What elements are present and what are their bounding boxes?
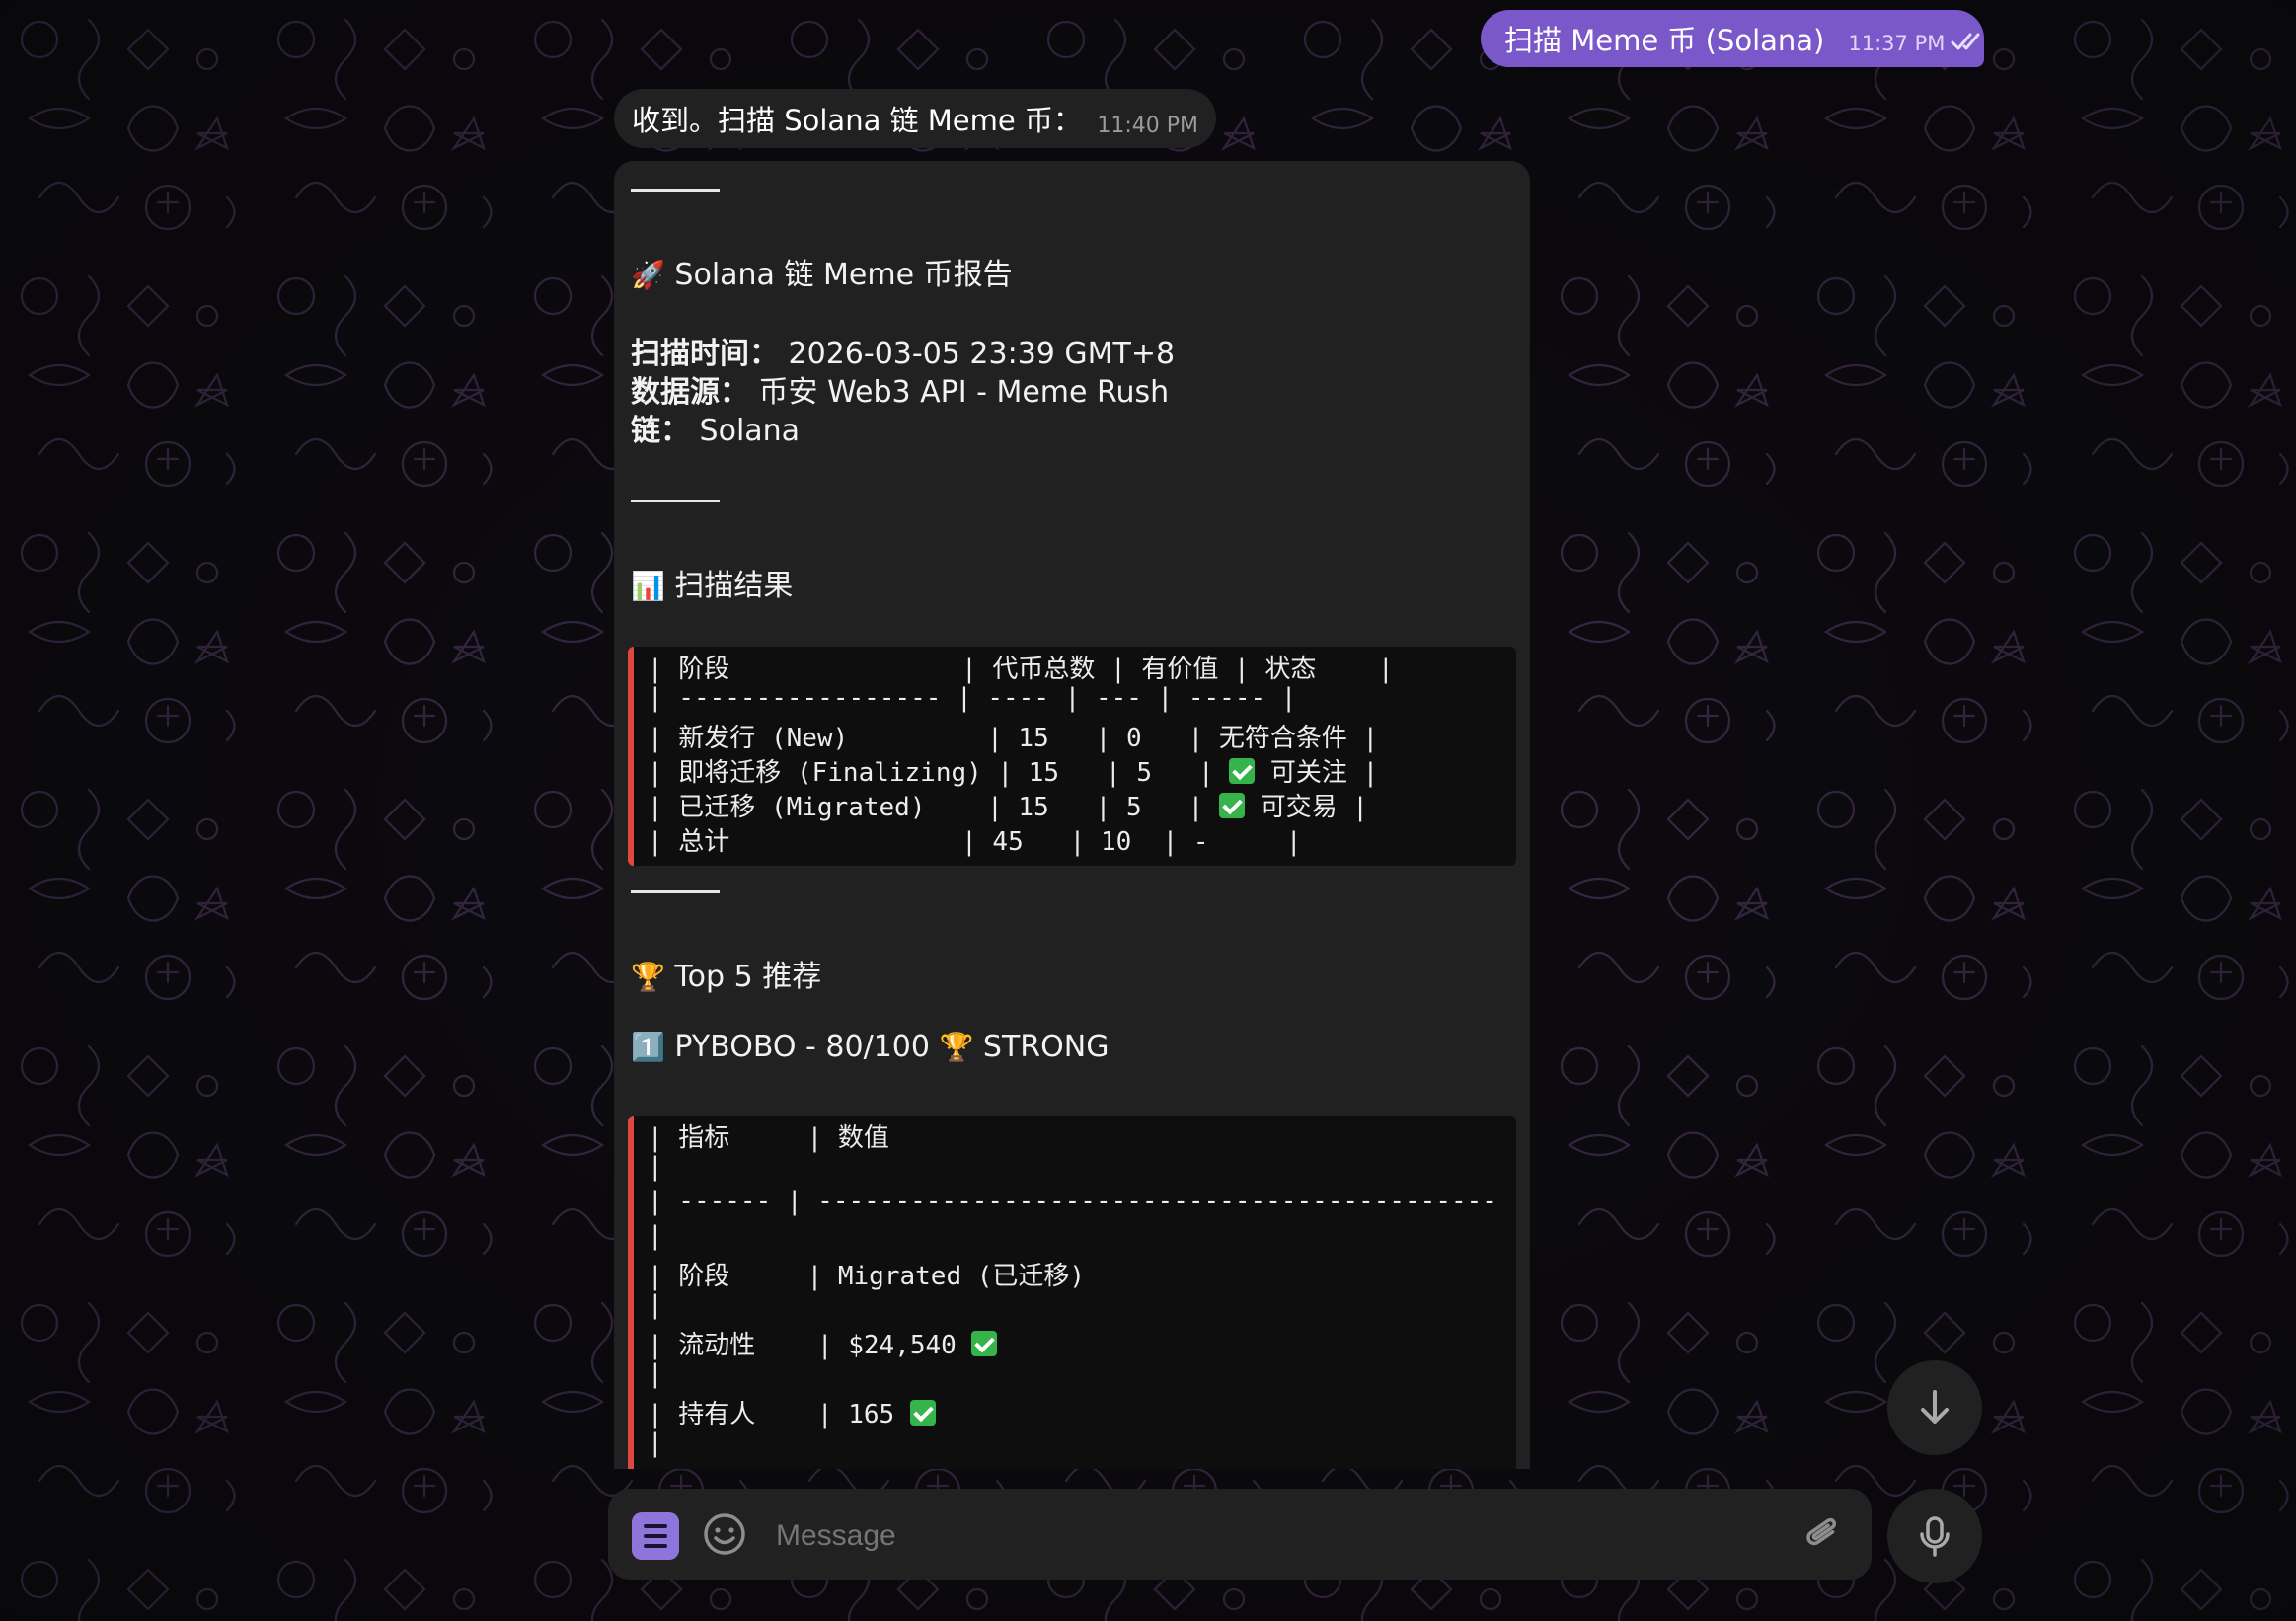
bar-chart-icon: 📊	[631, 570, 665, 602]
source-line: 数据源： 币安 Web3 API - Meme Rush	[631, 367, 1169, 411]
code-row: |	[648, 1152, 663, 1182]
code-row: | ----------------- | ---- | --- | -----…	[648, 683, 1297, 713]
message-time: 11:40 PM	[1097, 113, 1198, 138]
separator	[631, 500, 720, 502]
results-table-block: | 阶段 | 代币总数 | 有价值 | 状态 | | --------------…	[628, 647, 1516, 866]
report-title-text: Solana 链 Meme 币报告	[674, 258, 1013, 292]
chain-value: Solana	[699, 414, 801, 448]
source-value: 币安 Web3 API - Meme Rush	[758, 375, 1170, 410]
code-row: | 阶段 | 代币总数 | 有价值 | 状态 |	[648, 655, 1394, 684]
results-heading-text: 扫描结果	[674, 569, 794, 603]
message-composer	[608, 1489, 1872, 1580]
check-mark-icon	[909, 1400, 936, 1426]
rocket-icon: 🚀	[631, 259, 665, 291]
smiley-icon[interactable]	[701, 1510, 748, 1562]
code-row: |	[648, 1428, 663, 1458]
message-time: 11:37 PM	[1848, 32, 1946, 55]
code-row: | 已迁移 (Migrated) | 15 | 5 | 可交易 |	[648, 787, 1368, 823]
first-pick-name: PYBOBO - 80/100	[674, 1030, 930, 1064]
code-row: | 流动性 | $24,540	[648, 1325, 998, 1361]
message-input[interactable]	[774, 1512, 1765, 1560]
incoming-message[interactable]: 收到。扫描 Solana 链 Meme 币： 11:40 PM	[614, 89, 1216, 148]
code-row: | 指标 | 数值	[648, 1123, 889, 1153]
trophy-icon: 🏆	[631, 961, 665, 993]
chain-line: 链： Solana	[631, 406, 800, 449]
code-row: |	[648, 1359, 663, 1389]
code-row: |	[648, 1290, 663, 1320]
code-row: | 阶段 | Migrated (已迁移)	[648, 1262, 1086, 1291]
check-mark-icon	[1229, 758, 1256, 784]
trophy-icon: 🏆	[939, 1031, 974, 1063]
check-mark-icon	[971, 1331, 998, 1356]
separator	[631, 189, 720, 192]
code-row: | 即将迁移 (Finalizing) | 15 | 5 | 可关注 |	[648, 752, 1378, 789]
report-title: 🚀 Solana 链 Meme 币报告	[631, 250, 1013, 293]
outgoing-message[interactable]: 扫描 Meme 币 (Solana) 11:37 PM	[1481, 10, 1984, 67]
incoming-message-text: 收到。扫描 Solana 链 Meme 币：	[632, 104, 1082, 137]
scroll-down-button[interactable]	[1887, 1360, 1982, 1455]
menu-icon[interactable]	[632, 1512, 679, 1560]
scan-time-value: 2026-03-05 23:39 GMT+8	[788, 337, 1176, 371]
first-pick-grade: STRONG	[982, 1030, 1110, 1064]
top-heading: 🏆 Top 5 推荐	[631, 952, 821, 995]
number-one-icon: 1️⃣	[631, 1031, 665, 1063]
scan-time-label: 扫描时间：	[631, 337, 779, 371]
first-pick-line: 1️⃣ PYBOBO - 80/100 🏆 STRONG	[631, 1030, 1109, 1064]
code-row-text: | 即将迁移 (Finalizing) | 15 | 5 |	[648, 758, 1230, 788]
code-row: | 总计 | 45 | 10 | - |	[648, 827, 1302, 857]
microphone-button[interactable]	[1887, 1489, 1982, 1583]
code-row-text: 可关注 |	[1255, 758, 1379, 788]
microphone-icon	[1920, 1516, 1950, 1557]
code-row-text: 可交易 |	[1244, 793, 1368, 822]
results-heading: 📊 扫描结果	[631, 561, 793, 604]
code-row-text: | 已迁移 (Migrated) | 15 | 5 |	[648, 793, 1219, 822]
top-heading-text: Top 5 推荐	[674, 960, 822, 994]
code-row: |	[648, 1221, 663, 1251]
source-label: 数据源：	[631, 375, 749, 410]
scan-time-line: 扫描时间： 2026-03-05 23:39 GMT+8	[631, 329, 1175, 372]
code-row: | 新发行 (New) | 15 | 0 | 无符合条件 |	[648, 724, 1379, 753]
chain-label: 链：	[631, 414, 690, 448]
metrics-table-block: | 指标 | 数值 | | ------ | -------------------…	[628, 1116, 1516, 1469]
code-row: | 持有人 | 165	[648, 1394, 936, 1430]
paperclip-icon[interactable]	[1799, 1510, 1846, 1562]
check-mark-icon	[1218, 793, 1245, 818]
arrow-down-icon	[1921, 1390, 1949, 1424]
report-message[interactable]: 🚀 Solana 链 Meme 币报告 扫描时间： 2026-03-05 23:…	[614, 161, 1530, 1469]
double-check-icon	[1951, 32, 1986, 55]
code-row-text: | 流动性 | $24,540	[648, 1331, 972, 1360]
outgoing-message-text: 扫描 Meme 币 (Solana)	[1504, 24, 1825, 57]
code-row: | ------ | -----------------------------…	[648, 1187, 1497, 1216]
code-row-text: | 持有人 | 165	[648, 1400, 910, 1429]
separator	[631, 890, 720, 893]
